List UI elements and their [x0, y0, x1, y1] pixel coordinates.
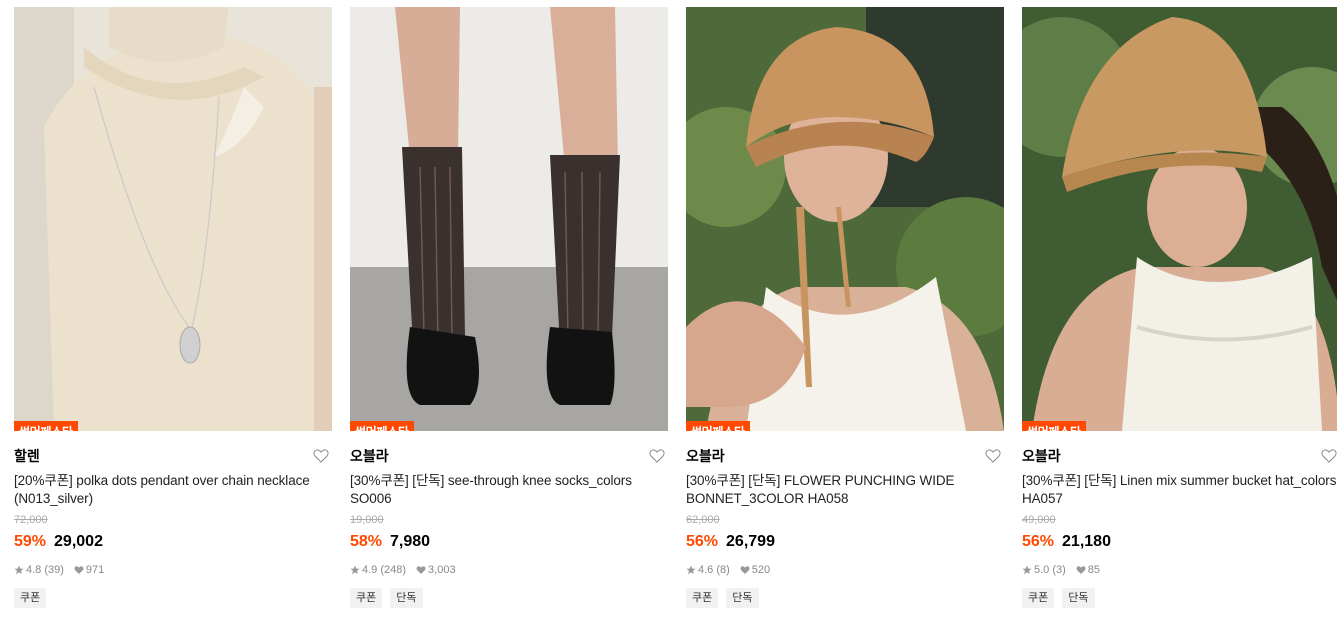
likes-count: 85	[1087, 564, 1101, 576]
original-price: 49,000	[1022, 514, 1056, 526]
product-card[interactable]: 썸머페스타 오블라 [30%쿠폰] [단독] FLOWER PUNCHING W…	[686, 7, 1004, 617]
heart-icon[interactable]	[984, 447, 1002, 465]
product-card[interactable]: 썸머페스타 오블라 [30%쿠폰] [단독] Linen mix summer …	[1022, 7, 1337, 617]
heart-filled-icon	[416, 566, 426, 574]
tag-coupon: 쿠폰	[350, 588, 383, 608]
discount-rate: 56%	[686, 533, 719, 550]
rating: 4.8 (39)	[14, 564, 64, 576]
likes-count: 520	[751, 564, 771, 576]
price-row: 59% 29,002	[14, 531, 332, 553]
discount-rate: 58%	[350, 533, 383, 550]
tag-coupon: 쿠폰	[686, 588, 719, 608]
brand-row: 오블라	[1022, 446, 1337, 466]
socks-photo	[350, 7, 668, 431]
original-price: 62,000	[686, 514, 720, 526]
product-title[interactable]: [30%쿠폰] [단독] Linen mix summer bucket hat…	[1022, 472, 1337, 508]
tag-exclusive: 단독	[1062, 588, 1095, 608]
rating-text: 4.8 (39)	[26, 564, 64, 576]
product-grid: 썸머페스타 할렌 [20%쿠폰] polka dots pendant over…	[14, 7, 1337, 617]
product-image-socks[interactable]: 썸머페스타	[350, 7, 668, 431]
sale-price: 21,180	[1062, 533, 1111, 550]
meta-row: 4.6 (8) 520	[686, 563, 1004, 577]
original-price: 72,000	[14, 514, 48, 526]
product-info: 오블라 [30%쿠폰] [단독] FLOWER PUNCHING WIDE BO…	[686, 431, 1004, 608]
star-icon	[14, 565, 24, 575]
tag-coupon: 쿠폰	[14, 588, 47, 608]
product-image-bucket-hat[interactable]: 썸머페스타	[1022, 7, 1337, 431]
bucket-hat-photo	[1022, 7, 1337, 431]
original-price: 19,000	[350, 514, 384, 526]
likes: 85	[1076, 564, 1100, 576]
rating-text: 4.6 (8)	[698, 564, 730, 576]
heart-filled-icon	[1076, 566, 1086, 574]
rating-text: 5.0 (3)	[1034, 564, 1066, 576]
product-info: 할렌 [20%쿠폰] polka dots pendant over chain…	[14, 431, 332, 608]
rating: 4.6 (8)	[686, 564, 730, 576]
product-image-bonnet[interactable]: 썸머페스타	[686, 7, 1004, 431]
price-row: 58% 7,980	[350, 531, 668, 553]
event-badge: 썸머페스타	[14, 421, 78, 431]
rating-text: 4.9 (248)	[362, 564, 407, 576]
event-badge: 썸머페스타	[686, 421, 750, 431]
tag-list: 쿠폰 단독	[686, 588, 1004, 608]
heart-filled-icon	[740, 566, 750, 574]
likes: 971	[74, 564, 104, 576]
discount-rate: 56%	[1022, 533, 1055, 550]
brand-name[interactable]: 오블라	[686, 446, 725, 466]
tag-exclusive: 단독	[726, 588, 759, 608]
event-badge: 썸머페스타	[1022, 421, 1086, 431]
brand-row: 오블라	[350, 446, 668, 466]
heart-icon[interactable]	[648, 447, 666, 465]
meta-row: 4.9 (248) 3,003	[350, 563, 668, 577]
tag-list: 쿠폰 단독	[350, 588, 668, 608]
heart-icon[interactable]	[312, 447, 330, 465]
star-icon	[686, 565, 696, 575]
likes: 3,003	[416, 564, 456, 576]
product-info: 오블라 [30%쿠폰] [단독] see-through knee socks_…	[350, 431, 668, 608]
star-icon	[1022, 565, 1032, 575]
star-icon	[350, 565, 360, 575]
likes-count: 971	[85, 564, 105, 576]
product-info: 오블라 [30%쿠폰] [단독] Linen mix summer bucket…	[1022, 431, 1337, 608]
brand-name[interactable]: 오블라	[350, 446, 389, 466]
necklace-photo	[14, 7, 332, 431]
sale-price: 29,002	[54, 533, 103, 550]
likes: 520	[740, 564, 770, 576]
brand-row: 오블라	[686, 446, 1004, 466]
product-card[interactable]: 썸머페스타 오블라 [30%쿠폰] [단독] see-through knee …	[350, 7, 668, 617]
brand-row: 할렌	[14, 446, 332, 466]
price-row: 56% 26,799	[686, 531, 1004, 553]
tag-exclusive: 단독	[390, 588, 423, 608]
brand-name[interactable]: 오블라	[1022, 446, 1061, 466]
discount-rate: 59%	[14, 533, 47, 550]
product-card[interactable]: 썸머페스타 할렌 [20%쿠폰] polka dots pendant over…	[14, 7, 332, 617]
rating: 5.0 (3)	[1022, 564, 1066, 576]
rating: 4.9 (248)	[350, 564, 406, 576]
meta-row: 4.8 (39) 971	[14, 563, 332, 577]
heart-filled-icon	[74, 566, 84, 574]
sale-price: 7,980	[390, 533, 431, 550]
bonnet-photo	[686, 7, 1004, 431]
brand-name[interactable]: 할렌	[14, 446, 40, 466]
product-image-necklace[interactable]: 썸머페스타	[14, 7, 332, 431]
tag-coupon: 쿠폰	[1022, 588, 1055, 608]
product-title[interactable]: [20%쿠폰] polka dots pendant over chain ne…	[14, 472, 332, 508]
tag-list: 쿠폰 단독	[1022, 588, 1337, 608]
product-title[interactable]: [30%쿠폰] [단독] see-through knee socks_colo…	[350, 472, 668, 508]
price-row: 56% 21,180	[1022, 531, 1337, 553]
event-badge: 썸머페스타	[350, 421, 414, 431]
sale-price: 26,799	[726, 533, 775, 550]
tag-list: 쿠폰	[14, 588, 332, 608]
product-title[interactable]: [30%쿠폰] [단독] FLOWER PUNCHING WIDE BONNET…	[686, 472, 1004, 508]
likes-count: 3,003	[428, 564, 456, 576]
meta-row: 5.0 (3) 85	[1022, 563, 1337, 577]
heart-icon[interactable]	[1320, 447, 1337, 465]
